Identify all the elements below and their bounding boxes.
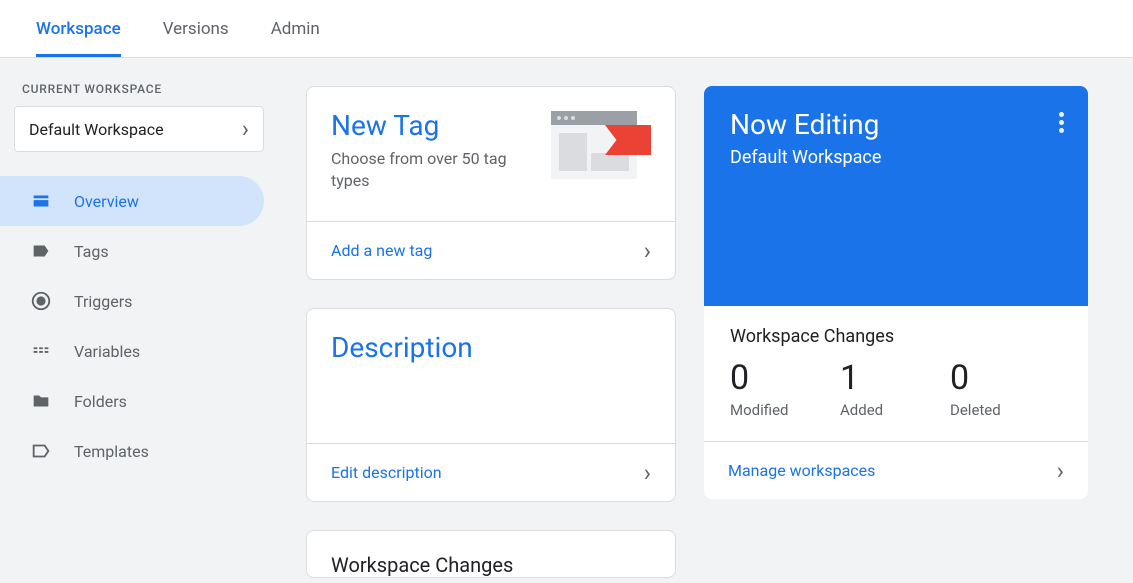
- column-right: Now Editing Default Workspace Workspace …: [704, 86, 1088, 583]
- nav-label: Templates: [74, 442, 149, 461]
- stat-modified: 0 Modified: [730, 361, 840, 419]
- nav-label: Triggers: [74, 292, 132, 311]
- templates-icon: [30, 440, 52, 462]
- folder-icon: [30, 390, 52, 412]
- edit-description-button[interactable]: Edit description ›: [307, 443, 675, 501]
- stat-number: 0: [730, 361, 840, 395]
- action-label: Edit description: [331, 463, 442, 482]
- main-content: New Tag Choose from over 50 tag types Ad…: [278, 58, 1133, 583]
- nav-label: Overview: [74, 192, 139, 211]
- nav-variables[interactable]: Variables: [0, 326, 264, 376]
- stat-label: Deleted: [950, 401, 1060, 419]
- tab-workspace[interactable]: Workspace: [36, 19, 121, 57]
- nav-label: Folders: [74, 392, 127, 411]
- sidebar: CURRENT WORKSPACE Default Workspace › Ov…: [0, 58, 278, 583]
- trigger-icon: [30, 290, 52, 312]
- manage-workspaces-button[interactable]: Manage workspaces ›: [704, 441, 1088, 499]
- description-card: Description Edit description ›: [306, 308, 676, 502]
- stat-deleted: 0 Deleted: [950, 361, 1060, 419]
- add-new-tag-button[interactable]: Add a new tag ›: [307, 221, 675, 279]
- workspace-changes-card: Workspace Changes: [306, 530, 676, 578]
- stat-number: 0: [950, 361, 1060, 395]
- workspace-selector[interactable]: Default Workspace ›: [14, 106, 264, 152]
- description-title: Description: [331, 331, 651, 364]
- changes-stats: 0 Modified 1 Added 0 Deleted: [730, 361, 1062, 419]
- main-layout: CURRENT WORKSPACE Default Workspace › Ov…: [0, 58, 1133, 583]
- chevron-right-icon: ›: [1057, 457, 1064, 485]
- nav-tags[interactable]: Tags: [0, 226, 264, 276]
- column-left: New Tag Choose from over 50 tag types Ad…: [306, 86, 676, 583]
- action-label: Manage workspaces: [728, 461, 875, 480]
- more-options-button[interactable]: [1053, 106, 1070, 139]
- workspace-changes-heading: Workspace Changes: [730, 326, 1062, 347]
- nav-overview[interactable]: Overview: [0, 176, 264, 226]
- now-editing-header: Now Editing Default Workspace: [704, 86, 1088, 306]
- new-tag-subtitle: Choose from over 50 tag types: [331, 148, 511, 193]
- chevron-right-icon: ›: [242, 115, 249, 143]
- tag-icon: [30, 240, 52, 262]
- top-tabs: Workspace Versions Admin: [0, 0, 1133, 58]
- stat-number: 1: [840, 361, 950, 395]
- stat-added: 1 Added: [840, 361, 950, 419]
- workspace-changes-title: Workspace Changes: [307, 531, 675, 577]
- new-tag-title: New Tag: [331, 109, 511, 142]
- nav-templates[interactable]: Templates: [0, 426, 264, 476]
- current-workspace-label: CURRENT WORKSPACE: [0, 82, 278, 106]
- new-tag-card: New Tag Choose from over 50 tag types Ad…: [306, 86, 676, 280]
- chevron-right-icon: ›: [644, 459, 651, 487]
- nav-label: Variables: [74, 342, 140, 361]
- now-editing-workspace: Default Workspace: [730, 147, 1062, 168]
- nav-triggers[interactable]: Triggers: [0, 276, 264, 326]
- chevron-right-icon: ›: [644, 237, 651, 265]
- tab-versions[interactable]: Versions: [163, 19, 229, 57]
- now-editing-card: Now Editing Default Workspace Workspace …: [704, 86, 1088, 499]
- stat-label: Added: [840, 401, 950, 419]
- tag-illustration-icon: [551, 111, 651, 179]
- workspace-name: Default Workspace: [29, 120, 164, 139]
- variables-icon: [30, 340, 52, 362]
- tab-admin[interactable]: Admin: [271, 19, 320, 57]
- action-label: Add a new tag: [331, 241, 432, 260]
- stat-label: Modified: [730, 401, 840, 419]
- nav-label: Tags: [74, 242, 109, 261]
- overview-icon: [30, 190, 52, 212]
- nav-folders[interactable]: Folders: [0, 376, 264, 426]
- now-editing-title: Now Editing: [730, 108, 1062, 141]
